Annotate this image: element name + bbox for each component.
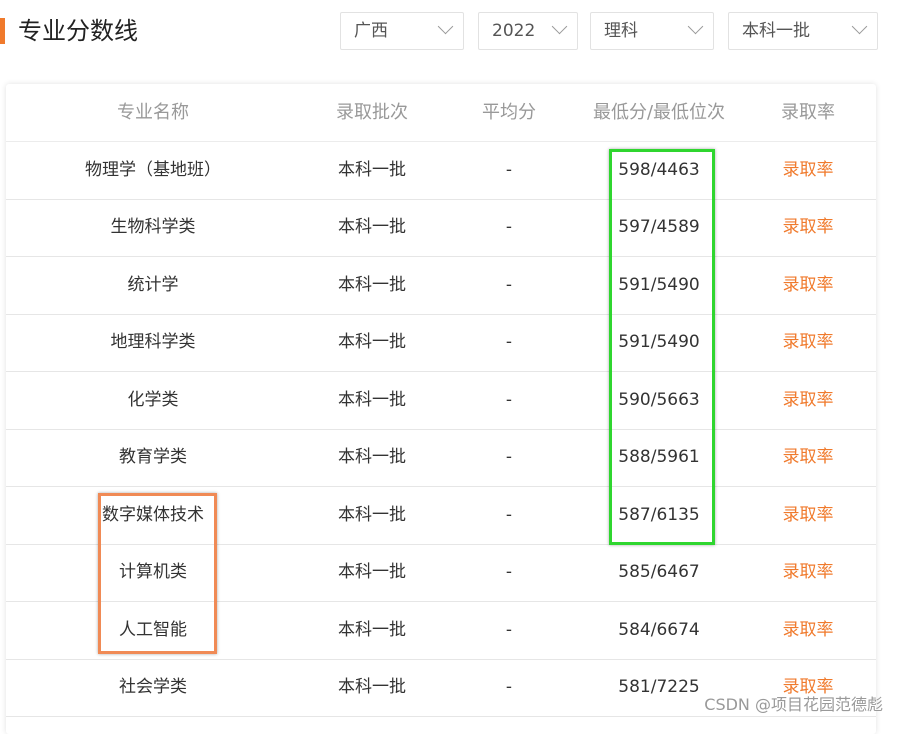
major-name: 统计学 xyxy=(127,275,179,295)
average-score: - xyxy=(505,332,513,352)
chevron-down-icon xyxy=(551,18,568,35)
admission-batch: 本科一批 xyxy=(338,562,406,582)
average-score: - xyxy=(505,620,513,640)
min-score-rank: 598/4463 xyxy=(618,160,700,180)
admission-rate-link[interactable]: 录取率 xyxy=(756,142,860,199)
major-name: 生物科学类 xyxy=(110,217,196,237)
table-row: 生物科学类 本科一批 - 597/4589 录取率 xyxy=(6,199,876,257)
table-row: 计算机类 本科一批 - 585/6467 录取率 xyxy=(6,544,876,602)
page-title: 专业分数线 xyxy=(18,17,138,45)
admission-rate-link[interactable]: 录取率 xyxy=(756,602,860,659)
province-select-value: 广西 xyxy=(354,21,388,41)
admission-rate-link[interactable]: 录取率 xyxy=(756,372,860,429)
admission-batch: 本科一批 xyxy=(338,677,406,697)
admission-batch: 本科一批 xyxy=(338,332,406,352)
admission-rate-link[interactable]: 录取率 xyxy=(756,487,860,544)
min-score-rank: 591/5490 xyxy=(618,275,700,295)
average-score: - xyxy=(505,160,513,180)
watermark: CSDN @项目花园范德彪 xyxy=(704,695,883,714)
admission-batch: 本科一批 xyxy=(338,505,406,525)
admission-rate-link[interactable]: 录取率 xyxy=(756,544,860,601)
major-name: 教育学类 xyxy=(119,447,187,467)
min-score-rank: 597/4589 xyxy=(618,217,700,237)
average-score: - xyxy=(505,390,513,410)
admission-batch: 本科一批 xyxy=(338,390,406,410)
admission-batch: 本科一批 xyxy=(338,620,406,640)
admission-rate-link[interactable]: 录取率 xyxy=(756,199,860,256)
min-score-rank: 590/5663 xyxy=(618,390,700,410)
major-name: 地理科学类 xyxy=(110,332,196,352)
average-score: - xyxy=(505,562,513,582)
table-header: 专业名称 录取批次 平均分 最低分/最低位次 录取率 xyxy=(6,84,876,142)
title-accent-bar xyxy=(0,18,5,44)
min-score-rank: 588/5961 xyxy=(618,447,700,467)
chevron-down-icon xyxy=(437,18,454,35)
column-header-average: 平均分 xyxy=(482,102,536,123)
min-score-rank: 584/6674 xyxy=(618,620,700,640)
major-name: 人工智能 xyxy=(119,620,187,640)
batch-select[interactable]: 本科一批 xyxy=(728,12,878,50)
column-header-min-score: 最低分/最低位次 xyxy=(592,102,726,123)
year-select-value: 2022 xyxy=(492,21,536,41)
admission-batch: 本科一批 xyxy=(338,217,406,237)
table-row: 物理学（基地班） 本科一批 - 598/4463 录取率 xyxy=(6,142,876,200)
subject-select[interactable]: 理科 xyxy=(590,12,714,50)
table-row: 统计学 本科一批 - 591/5490 录取率 xyxy=(6,257,876,315)
major-name: 数字媒体技术 xyxy=(102,505,204,525)
year-select[interactable]: 2022 xyxy=(478,12,578,50)
min-score-rank: 585/6467 xyxy=(618,562,700,582)
min-score-rank: 587/6135 xyxy=(618,505,700,525)
average-score: - xyxy=(505,505,513,525)
admission-rate-link[interactable]: 录取率 xyxy=(756,257,860,314)
min-score-rank: 591/5490 xyxy=(618,332,700,352)
table-row: 人工智能 本科一批 - 584/6674 录取率 xyxy=(6,602,876,660)
province-select[interactable]: 广西 xyxy=(340,12,464,50)
admission-batch: 本科一批 xyxy=(338,275,406,295)
batch-select-value: 本科一批 xyxy=(742,21,810,41)
average-score: - xyxy=(505,447,513,467)
admission-batch: 本科一批 xyxy=(338,160,406,180)
admission-rate-link[interactable]: 录取率 xyxy=(756,314,860,371)
column-header-admission-rate: 录取率 xyxy=(781,102,835,123)
admission-rate-link[interactable]: 录取率 xyxy=(756,429,860,486)
score-table: 专业名称 录取批次 平均分 最低分/最低位次 录取率 物理学（基地班） 本科一批… xyxy=(6,84,876,734)
average-score: - xyxy=(505,677,513,697)
table-row: 教育学类 本科一批 - 588/5961 录取率 xyxy=(6,429,876,487)
chevron-down-icon xyxy=(851,18,868,35)
chevron-down-icon xyxy=(687,18,704,35)
subject-select-value: 理科 xyxy=(604,21,638,41)
major-name: 化学类 xyxy=(127,390,179,410)
major-name: 社会学类 xyxy=(119,677,187,697)
admission-batch: 本科一批 xyxy=(338,447,406,467)
major-name: 计算机类 xyxy=(119,562,187,582)
table-row: 化学类 本科一批 - 590/5663 录取率 xyxy=(6,372,876,430)
column-header-batch: 录取批次 xyxy=(336,102,408,123)
average-score: - xyxy=(505,217,513,237)
column-header-major: 专业名称 xyxy=(117,102,189,123)
table-row: 数字媒体技术 本科一批 - 587/6135 录取率 xyxy=(6,487,876,545)
average-score: - xyxy=(505,275,513,295)
major-name: 物理学（基地班） xyxy=(85,160,221,180)
table-row: 地理科学类 本科一批 - 591/5490 录取率 xyxy=(6,314,876,372)
